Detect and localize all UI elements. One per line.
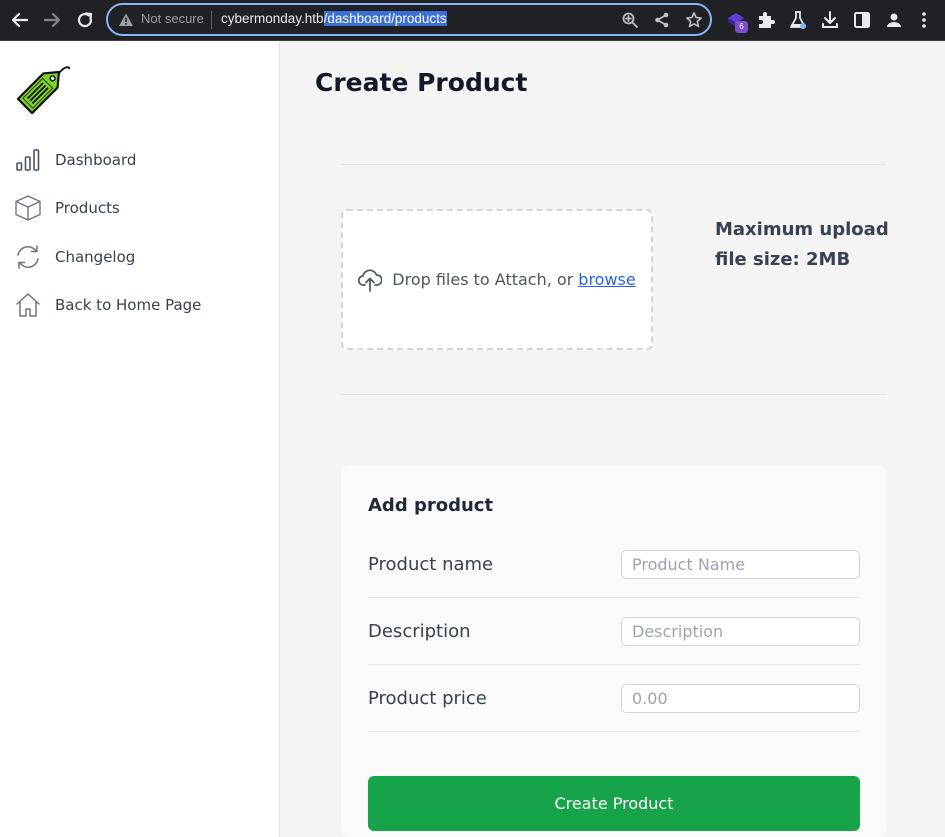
address-bar[interactable]: Not secure cybermonday.htb/dashboard/pro…	[106, 3, 712, 36]
share-icon[interactable]	[653, 11, 671, 29]
kebab-menu-icon[interactable]	[913, 9, 935, 31]
zoom-icon[interactable]	[621, 11, 639, 29]
form-title: Add product	[368, 495, 494, 516]
field-label: Product price	[368, 688, 487, 709]
flask-icon[interactable]	[787, 9, 809, 31]
sidebar-item-products[interactable]: Products	[14, 191, 264, 225]
security-label: Not secure	[141, 11, 204, 26]
extension-badge: 6	[735, 21, 748, 33]
browser-toolbar: Not secure cybermonday.htb/dashboard/pro…	[0, 0, 945, 41]
arrow-left-icon	[11, 12, 29, 28]
divider	[341, 394, 886, 395]
field-label: Product name	[368, 554, 494, 575]
max-upload-size-note: Maximum upload file size: 2MB	[715, 219, 889, 270]
sidebar-item-label: Changelog	[55, 248, 136, 266]
product-price-input[interactable]	[621, 684, 860, 713]
reload-button[interactable]	[73, 8, 97, 32]
url-host: cybermonday.htb	[221, 11, 324, 26]
refresh-icon	[17, 245, 39, 269]
forward-button[interactable]	[40, 8, 64, 32]
create-product-button[interactable]: Create Product	[368, 776, 860, 831]
file-dropzone[interactable]: Drop files to Attach, or browse	[341, 209, 653, 350]
bookmark-star-icon[interactable]	[685, 11, 703, 29]
side-panel-icon[interactable]	[851, 9, 873, 31]
add-product-form: Add product Product name Description Pro…	[341, 465, 886, 837]
url-text[interactable]: cybermonday.htb/dashboard/products	[221, 11, 447, 26]
sidebar-item-back-home[interactable]: Back to Home Page	[14, 288, 264, 322]
sidebar: Dashboard Products Changelog Back to Hom…	[0, 41, 280, 837]
bar-chart-icon	[16, 149, 40, 171]
back-button[interactable]	[8, 8, 32, 32]
omnibox-divider	[211, 11, 212, 29]
divider	[341, 164, 886, 165]
reload-icon	[77, 12, 93, 28]
field-label: Description	[368, 621, 471, 642]
sidebar-item-label: Dashboard	[55, 151, 137, 169]
form-row-product-price: Product price	[368, 665, 860, 732]
dropzone-text: Drop files to Attach, or	[392, 270, 574, 289]
browse-link[interactable]: browse	[578, 270, 635, 289]
sidebar-item-dashboard[interactable]: Dashboard	[14, 143, 264, 177]
puzzle-icon[interactable]	[755, 9, 777, 31]
url-path: /dashboard/products	[323, 11, 447, 26]
product-name-input[interactable]	[621, 550, 860, 579]
arrow-right-icon	[43, 12, 61, 28]
sidebar-item-label: Products	[55, 199, 120, 217]
box-icon	[15, 195, 41, 221]
sidebar-item-changelog[interactable]: Changelog	[14, 240, 264, 274]
profile-icon[interactable]	[883, 9, 905, 31]
page-title: Create Product	[315, 68, 528, 97]
description-input[interactable]	[621, 617, 860, 646]
cloud-upload-icon	[358, 268, 383, 292]
cybermonday-logo[interactable]	[14, 61, 70, 117]
form-row-description: Description	[368, 598, 860, 665]
sidebar-item-label: Back to Home Page	[55, 296, 202, 314]
home-icon	[16, 293, 40, 317]
download-icon[interactable]	[819, 9, 841, 31]
warning-icon	[119, 13, 133, 26]
form-row-product-name: Product name	[368, 531, 860, 598]
